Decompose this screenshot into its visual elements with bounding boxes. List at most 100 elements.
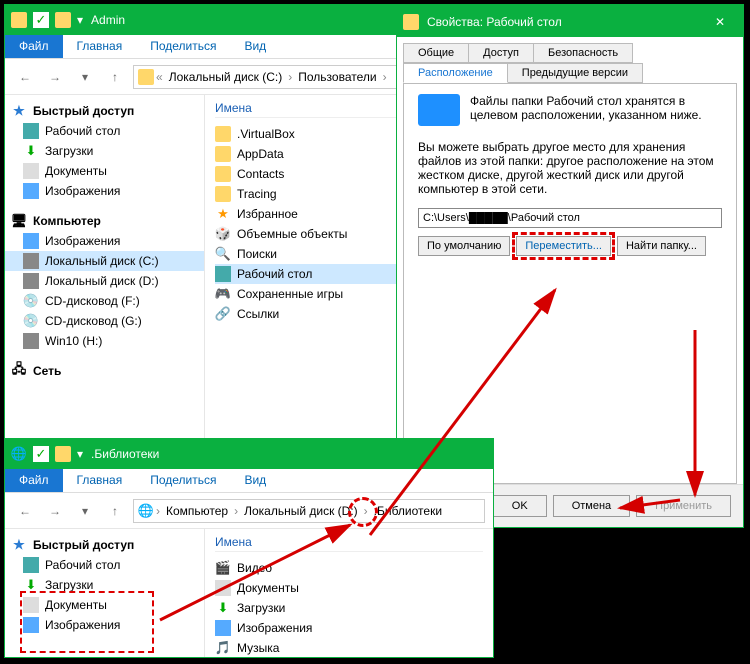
find-folder-button[interactable]: Найти папку...	[617, 236, 706, 256]
search-icon: 🔍	[215, 246, 231, 262]
folder-icon	[55, 446, 71, 462]
nav-pane: ★Быстрый доступ Рабочий стол ⬇Загрузки Д…	[5, 529, 205, 657]
location-help-text: Вы можете выбрать другое место для хране…	[418, 140, 722, 196]
download-icon: ⬇	[215, 600, 231, 616]
desktop-icon	[23, 123, 39, 139]
cancel-button[interactable]: Отмена	[553, 495, 630, 517]
nav-documents[interactable]: Документы	[5, 161, 204, 181]
nav-network[interactable]: 🖧Сеть	[5, 361, 204, 381]
download-icon: ⬇	[23, 143, 39, 159]
nav-disk-c[interactable]: Локальный диск (C:)	[5, 251, 204, 271]
tab-share[interactable]: Поделиться	[136, 469, 230, 492]
nav-documents[interactable]: Документы	[5, 595, 204, 615]
desktop-icon	[23, 557, 39, 573]
tab-home[interactable]: Главная	[63, 35, 137, 58]
folder-icon	[215, 126, 231, 142]
up-button[interactable]: ↑	[103, 65, 127, 89]
folder-item[interactable]: 🎵Музыка	[215, 638, 483, 657]
crumb-lib[interactable]: .Библиотеки	[370, 504, 446, 518]
apply-button[interactable]: Применить	[636, 495, 731, 517]
nav-downloads[interactable]: ⬇Загрузки	[5, 141, 204, 161]
tab-home[interactable]: Главная	[63, 469, 137, 492]
computer-icon: 🖥	[11, 213, 27, 229]
explorer-window-libraries: 🌐 ✓ ▾ .Библиотеки Файл Главная Поделитьс…	[4, 438, 494, 658]
desktop-icon	[215, 266, 231, 282]
nav-downloads[interactable]: ⬇Загрузки	[5, 575, 204, 595]
cd-icon: 💿	[23, 293, 39, 309]
close-button[interactable]: ✕	[697, 7, 743, 37]
folder-item[interactable]: Документы	[215, 578, 483, 598]
games-icon: 🎮	[215, 286, 231, 302]
folder-large-icon	[418, 94, 460, 126]
document-icon	[23, 597, 39, 613]
crumb-pc[interactable]: Компьютер	[162, 504, 232, 518]
nav-computer[interactable]: 🖥Компьютер	[5, 211, 204, 231]
tab-prev-versions[interactable]: Предыдущие версии	[507, 63, 643, 83]
tab-location[interactable]: Расположение	[403, 63, 508, 83]
overflow-icon[interactable]: ▾	[77, 447, 83, 461]
folder-item[interactable]: Изображения	[215, 618, 483, 638]
nav-win10[interactable]: Win10 (H:)	[5, 331, 204, 351]
star-icon: ★	[11, 537, 27, 553]
window-title: Admin	[91, 13, 125, 27]
default-button[interactable]: По умолчанию	[418, 236, 510, 256]
tab-share[interactable]: Поделиться	[136, 35, 230, 58]
dialog-body: Файлы папки Рабочий стол хранятся в целе…	[403, 83, 737, 484]
forward-button[interactable]: →	[43, 499, 67, 523]
nav-disk-d[interactable]: Локальный диск (D:)	[5, 271, 204, 291]
folder-icon	[403, 14, 419, 30]
location-path-input[interactable]	[418, 208, 722, 228]
folder-icon	[11, 12, 27, 28]
ok-button[interactable]: OK	[493, 495, 547, 517]
recent-button[interactable]: ▾	[73, 65, 97, 89]
crumb-root[interactable]: Локальный диск (C:)	[165, 70, 287, 84]
back-button[interactable]: ←	[13, 499, 37, 523]
nav-desktop[interactable]: Рабочий стол	[5, 121, 204, 141]
folder-item[interactable]: ⬇Загрузки	[215, 598, 483, 618]
folder-icon	[215, 146, 231, 162]
cd-icon: 💿	[23, 313, 39, 329]
crumb-users[interactable]: Пользователи	[294, 70, 380, 84]
folder-icon	[215, 186, 231, 202]
drive-icon	[138, 69, 154, 85]
window-title: .Библиотеки	[91, 447, 159, 461]
picture-icon	[23, 617, 39, 633]
move-button[interactable]: Переместить...	[516, 236, 611, 256]
address-bar[interactable]: 🌐 › Компьютер › Локальный диск (D:) › .Б…	[133, 499, 485, 523]
nav-pictures2[interactable]: Изображения	[5, 231, 204, 251]
dialog-tabs-row2: Расположение Предыдущие версии	[397, 63, 743, 83]
nav-pictures[interactable]: Изображения	[5, 181, 204, 201]
crumb-disk-d[interactable]: Локальный диск (D:)	[240, 504, 362, 518]
nav-desktop[interactable]: Рабочий стол	[5, 555, 204, 575]
nav-quick-access[interactable]: ★Быстрый доступ	[5, 535, 204, 555]
link-icon: 🔗	[215, 306, 231, 322]
tab-file[interactable]: Файл	[5, 35, 63, 58]
forward-button[interactable]: →	[43, 65, 67, 89]
tab-security[interactable]: Безопасность	[533, 43, 633, 63]
dialog-title: Свойства: Рабочий стол	[427, 15, 562, 29]
nav-cd-g[interactable]: 💿CD-дисковод (G:)	[5, 311, 204, 331]
nav-quick-access[interactable]: ★Быстрый доступ	[5, 101, 204, 121]
folder-item[interactable]: 🎬Видео	[215, 558, 483, 578]
tab-view[interactable]: Вид	[230, 35, 280, 58]
tab-access[interactable]: Доступ	[468, 43, 534, 63]
drive-icon	[23, 333, 39, 349]
drive-icon	[23, 253, 39, 269]
ribbon-tabs: Файл Главная Поделиться Вид	[5, 469, 493, 493]
tab-file[interactable]: Файл	[5, 469, 63, 492]
titlebar: 🌐 ✓ ▾ .Библиотеки	[5, 439, 493, 469]
overflow-icon[interactable]: ▾	[77, 13, 83, 27]
tab-general[interactable]: Общие	[403, 43, 469, 63]
up-button[interactable]: ↑	[103, 499, 127, 523]
video-icon: 🎬	[215, 560, 231, 576]
folder-icon	[215, 166, 231, 182]
location-info-text: Файлы папки Рабочий стол хранятся в целе…	[470, 94, 722, 126]
libraries-icon: 🌐	[11, 446, 27, 462]
column-header[interactable]: Имена	[215, 535, 483, 552]
nav-pictures[interactable]: Изображения	[5, 615, 204, 635]
back-button[interactable]: ←	[13, 65, 37, 89]
nav-cd-f[interactable]: 💿CD-дисковод (F:)	[5, 291, 204, 311]
tab-view[interactable]: Вид	[230, 469, 280, 492]
objects-icon: 🎲	[215, 226, 231, 242]
recent-button[interactable]: ▾	[73, 499, 97, 523]
